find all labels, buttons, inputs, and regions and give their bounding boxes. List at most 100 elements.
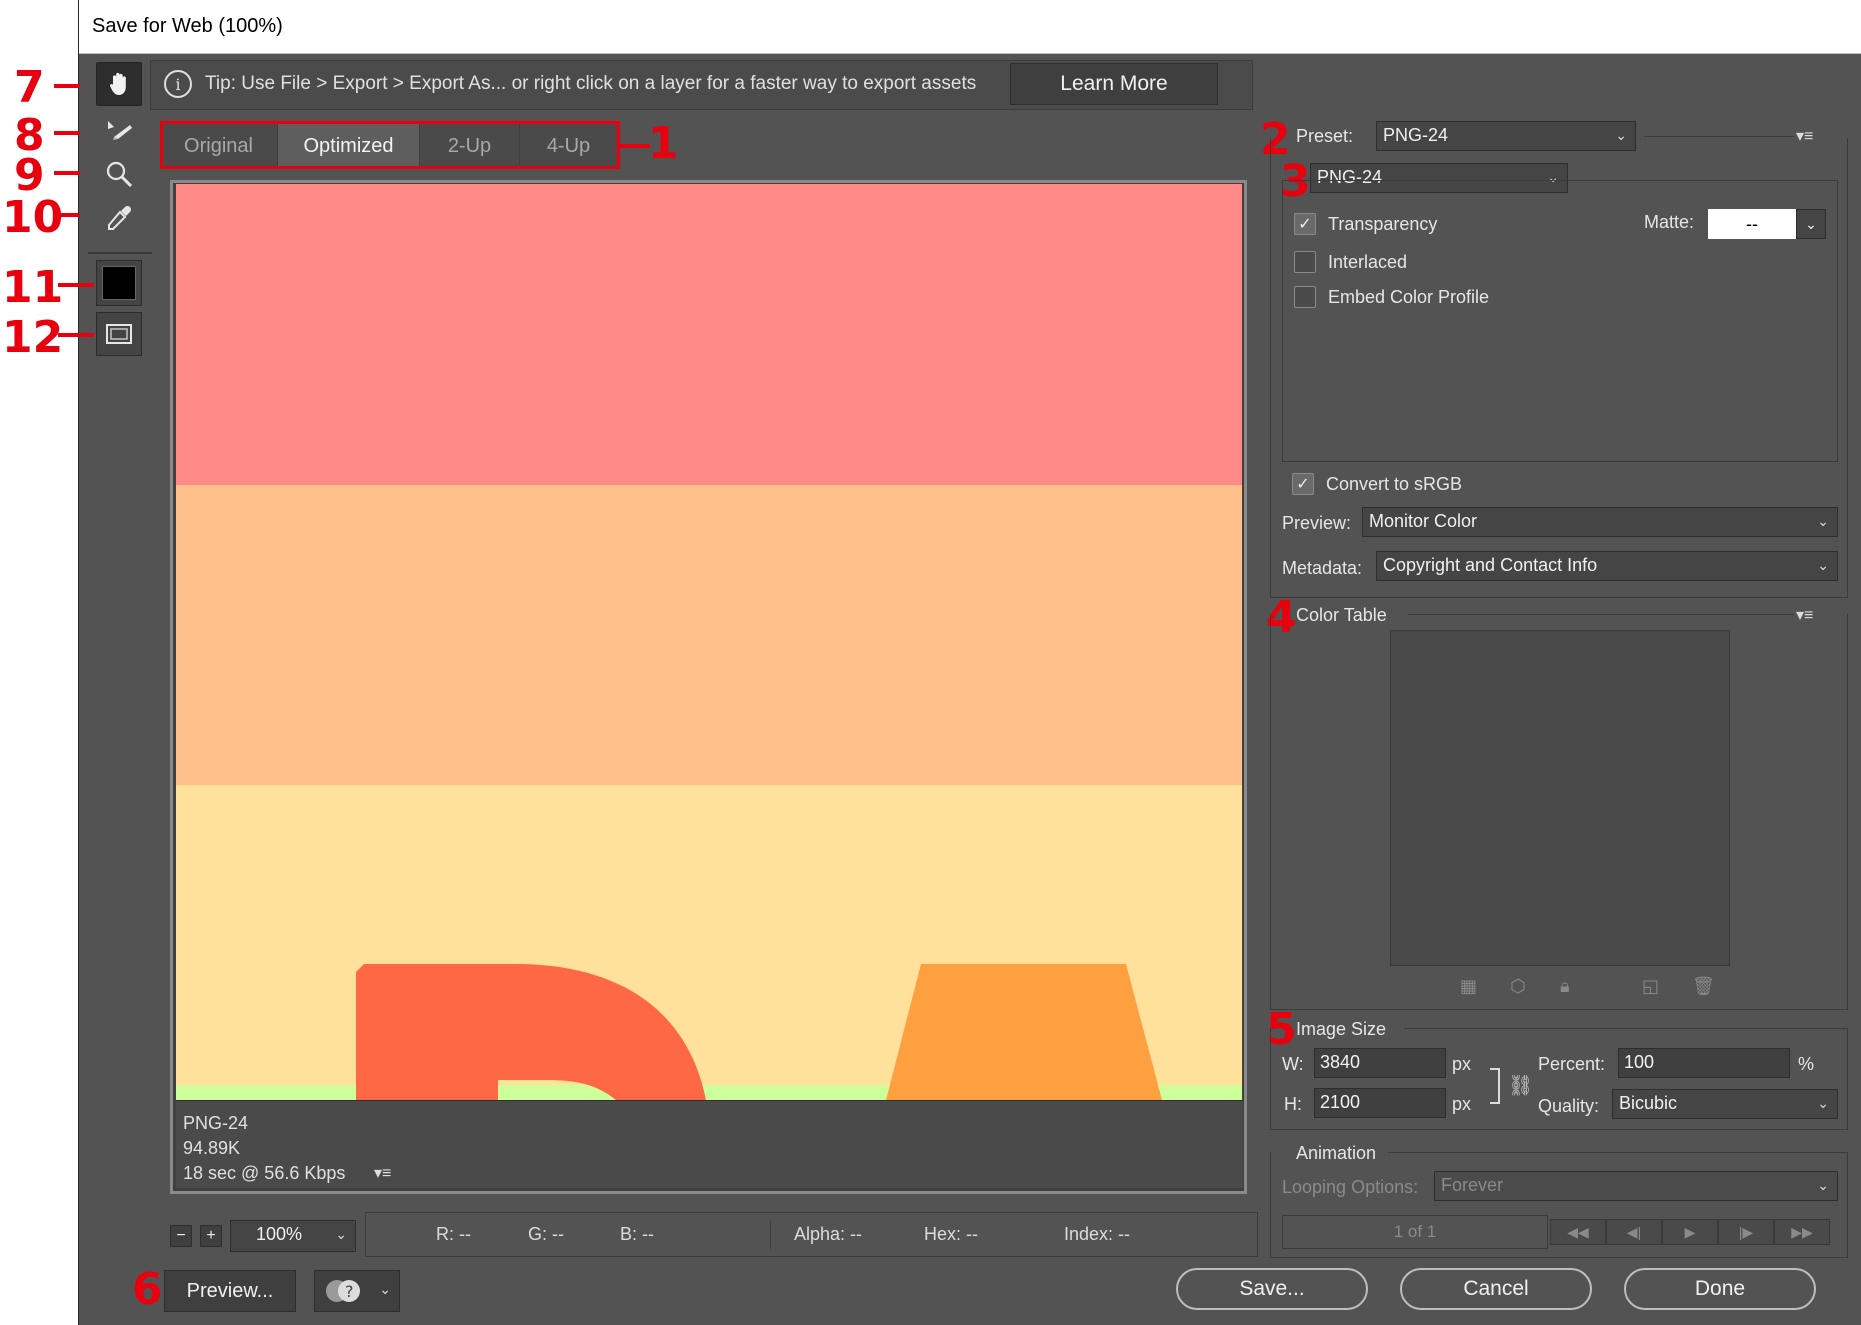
eyedropper-icon [108,205,132,230]
annotation-1: 1 [648,118,679,169]
chevron-down-icon: ⌄ [379,1281,391,1297]
transparency-checkbox[interactable]: ✓ [1294,213,1316,235]
svg-text:?: ? [345,1282,354,1301]
status-index: Index: -- [1064,1224,1131,1244]
height-unit: px [1452,1094,1472,1114]
cancel-button[interactable]: Cancel [1400,1268,1592,1310]
toggle-slices-visibility[interactable] [96,312,142,356]
info-format: PNG-24 [183,1113,249,1133]
map-transparent-icon[interactable]: ▦ [1460,976,1477,997]
preview-in-browser-button[interactable]: ? ⌄ [314,1270,400,1312]
annotation-6: 6 [132,1264,163,1315]
annotation-9-line [54,171,80,175]
preview-button[interactable]: Preview... [164,1270,296,1312]
annotation-7-line [54,84,80,88]
annotation-10-line [58,213,80,217]
frame-counter-text: 1 of 1 [1393,1222,1437,1241]
zoom-tool[interactable] [96,152,142,196]
zoom-in-button[interactable]: + [200,1225,222,1247]
lock-color-icon[interactable]: 🔒︎ [1560,976,1570,997]
chevron-down-icon: ⌄ [1805,215,1817,232]
annotation-1-line [620,144,650,148]
info-icon: i [164,70,192,98]
interlaced-label: Interlaced [1328,252,1408,272]
quality-label: Quality: [1538,1096,1600,1116]
status-hex: Hex: -- [924,1224,978,1244]
looping-options-label: Looping Options: [1282,1177,1419,1197]
annotation-11-line [58,283,94,287]
slices-visibility-icon [106,324,132,344]
matte-value: -- [1746,213,1758,234]
annotation-11: 11 [2,262,64,313]
first-frame-button[interactable]: ◀◀ [1550,1219,1606,1245]
convert-srgb-checkbox[interactable]: ✓ [1292,473,1314,495]
next-frame-button[interactable]: |▶ [1718,1219,1774,1245]
looping-options-value: Forever [1441,1175,1504,1195]
transparency-label: Transparency [1328,214,1438,234]
letter-a-shape [886,964,1162,1100]
info-download-speed: 18 sec @ 56.6 Kbps [183,1163,346,1183]
zoom-level-value: 100% [255,1224,303,1244]
new-color-icon[interactable]: ◱ [1642,976,1659,997]
eyedropper-color-swatch[interactable] [96,260,142,306]
web-shift-cube-icon[interactable]: ⬡ [1510,976,1526,997]
last-frame-button[interactable]: ▶▶ [1774,1219,1830,1245]
percent-unit: % [1798,1054,1815,1074]
slice-select-tool[interactable] [96,108,142,152]
browser-globe-icon: ? [326,1280,360,1302]
zoom-level-select[interactable]: 100% ⌄ [230,1220,356,1252]
annotation-12: 12 [2,312,64,363]
done-button[interactable]: Done [1624,1268,1816,1310]
toolbar-divider [88,252,152,254]
pixel-info-bar: R: -- G: -- B: -- Alpha: -- Hex: -- Inde… [365,1212,1258,1257]
hand-tool[interactable] [96,62,142,106]
chevron-down-icon: ⌄ [1817,557,1829,573]
height-label: H: [1284,1094,1302,1114]
zoom-out-button[interactable]: − [170,1225,192,1247]
color-swatch-black [102,266,136,300]
height-input[interactable]: 2100 [1314,1088,1446,1118]
trash-icon[interactable]: 🗑︎ [1692,976,1715,997]
width-label: W: [1282,1054,1304,1074]
preview-stripe-pink[interactable] [176,184,1242,485]
save-button[interactable]: Save... [1176,1268,1368,1310]
chevron-down-icon: ⌄ [1817,1177,1829,1193]
preview-stripe-peach[interactable] [176,485,1242,785]
annotation-8-line [54,131,80,135]
interlaced-checkbox[interactable] [1294,251,1316,273]
embed-color-profile-checkbox[interactable] [1294,286,1316,308]
annotation-10: 10 [2,192,64,243]
info-file-size: 94.89K [183,1138,241,1158]
eyedropper-tool[interactable] [96,196,142,240]
quality-select[interactable]: Bicubic ⌄ [1612,1089,1838,1119]
chevron-down-icon: ⌄ [335,1226,347,1242]
letter-r-shape [356,964,706,1100]
color-table-grid[interactable] [1390,630,1730,966]
width-input[interactable]: 3840 [1314,1048,1446,1078]
download-speed-menu-icon[interactable]: ▾≡ [374,1163,391,1183]
metadata-label: Metadata: [1282,558,1363,578]
learn-more-button[interactable]: Learn More [1010,63,1218,105]
matte-dropdown-button[interactable]: ⌄ [1796,209,1826,239]
link-proportions-icon[interactable]: ⛓︎ [1508,1073,1533,1098]
status-g: G: -- [528,1224,564,1244]
chevron-down-icon: ⌄ [1817,1095,1829,1111]
frame-counter: 1 of 1 [1282,1215,1548,1249]
preview-letter-shapes [356,964,1162,1100]
preview-color-value: Monitor Color [1369,511,1478,531]
tabs-highlight-box [160,121,620,169]
preset-divider [1644,136,1794,137]
looping-options-select[interactable]: Forever ⌄ [1434,1171,1838,1201]
matte-color-swatch[interactable]: -- [1708,209,1796,239]
previous-frame-button[interactable]: ◀| [1606,1219,1662,1245]
status-r: R: -- [436,1224,471,1244]
preview-label: Preview: [1282,513,1352,533]
status-b: B: -- [620,1224,654,1244]
preview-color-select[interactable]: Monitor Color ⌄ [1362,507,1838,537]
metadata-select[interactable]: Copyright and Contact Info ⌄ [1376,551,1838,581]
chevron-down-icon: ⌄ [1817,513,1829,529]
play-animation-button[interactable]: ▶ [1662,1219,1718,1245]
percent-input[interactable]: 100 [1618,1048,1790,1078]
quality-value: Bicubic [1619,1093,1678,1113]
status-alpha: Alpha: -- [794,1224,863,1244]
